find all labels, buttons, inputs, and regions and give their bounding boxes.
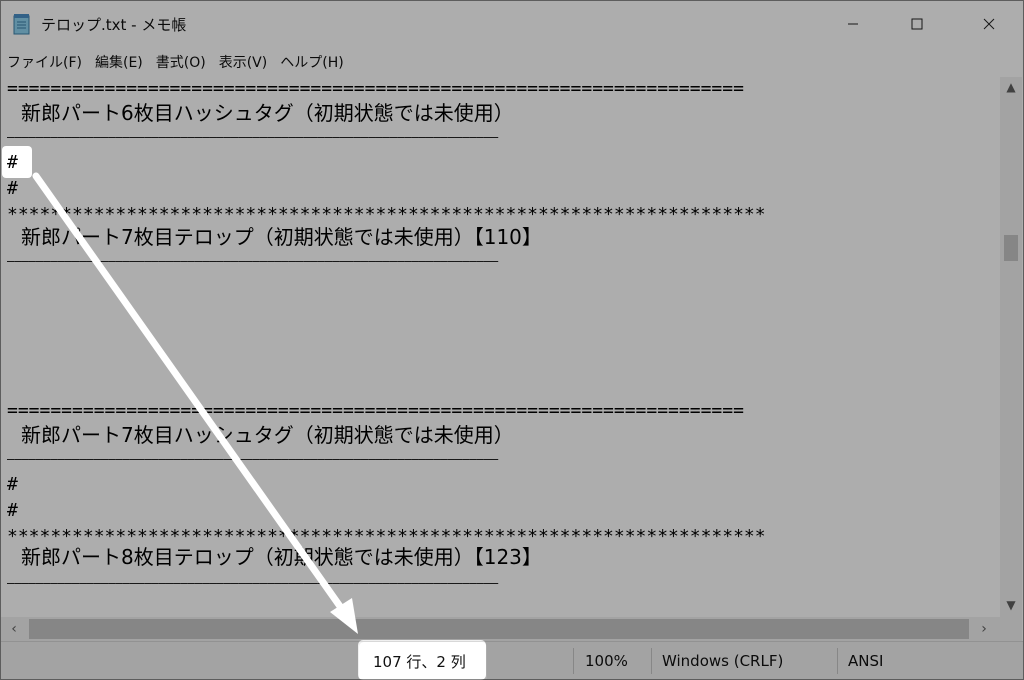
maximize-button[interactable] [887,1,947,47]
notepad-window: テロップ.txt - メモ帳 ファイル(F) 編集(E) 書式(O) 表示(V)… [0,0,1024,680]
status-divider [573,648,574,674]
horizontal-scroll-thumb[interactable] [29,619,969,639]
scroll-up-icon[interactable]: ▲ [1000,77,1022,97]
cursor-position: 107 行、2 列 [373,652,466,671]
scroll-right-icon[interactable]: › [973,617,995,641]
notepad-icon [13,14,30,35]
text-line: # [7,179,18,199]
text-line: # [7,501,18,521]
horizontal-scrollbar[interactable]: ‹ › [1,617,1001,641]
encoding: ANSI [848,652,884,670]
text-line: ――――――――――――――――――――――――――――――――――――――――… [7,452,499,466]
status-divider [651,648,652,674]
menu-format[interactable]: 書式(O) [156,52,206,72]
scroll-left-icon[interactable]: ‹ [3,617,25,641]
text-line: 新郎パート7枚目ハッシュタグ（初期状態では未使用） [21,425,514,445]
status-bar: 107 行、2 列 100% Windows (CRLF) ANSI [1,641,1023,679]
minimize-icon [848,23,858,25]
text-line: 新郎パート8枚目テロップ（初期状態では未使用）【123】 [21,547,542,567]
window-title: テロップ.txt - メモ帳 [41,16,187,34]
close-button[interactable] [959,1,1019,47]
close-icon [983,18,995,30]
text-line: ****************************************… [7,205,766,225]
title-bar: テロップ.txt - メモ帳 [1,1,1023,47]
zoom-level: 100% [585,652,628,670]
menu-file[interactable]: ファイル(F) [7,52,82,72]
vertical-scrollbar[interactable]: ▲ ▼ [1000,77,1022,617]
text-line: ――――――――――――――――――――――――――――――――――――――――… [7,130,499,144]
text-line: 新郎パート7枚目テロップ（初期状態では未使用）【110】 [21,227,542,247]
menu-view[interactable]: 表示(V) [219,52,268,72]
text-line: # [7,153,18,173]
scroll-corner [1000,617,1022,641]
text-line: ========================================… [7,79,744,99]
text-line: # [7,475,18,495]
text-line: ――――――――――――――――――――――――――――――――――――――――… [7,254,499,268]
menu-edit[interactable]: 編集(E) [95,52,143,72]
menu-bar: ファイル(F) 編集(E) 書式(O) 表示(V) ヘルプ(H) [1,47,1023,77]
text-line: 新郎パート6枚目ハッシュタグ（初期状態では未使用） [21,103,514,123]
menu-help[interactable]: ヘルプ(H) [280,52,343,72]
text-editor[interactable]: ========================================… [1,77,1001,617]
scroll-down-icon[interactable]: ▼ [1000,595,1022,615]
vertical-scroll-thumb[interactable] [1004,235,1018,261]
line-ending: Windows (CRLF) [662,652,784,670]
status-divider [837,648,838,674]
text-line: ========================================… [7,401,744,421]
maximize-icon [911,18,923,30]
minimize-button[interactable] [823,1,883,47]
text-line: ****************************************… [7,527,766,547]
text-line: ――――――――――――――――――――――――――――――――――――――――… [7,576,499,590]
